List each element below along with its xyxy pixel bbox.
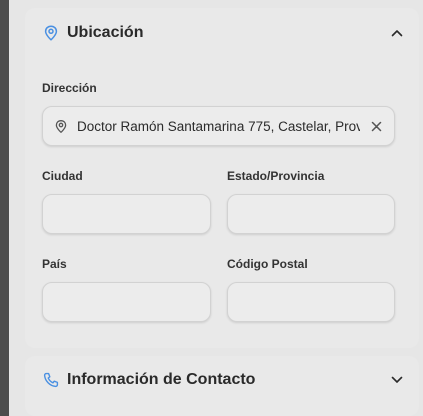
map-pin-icon: [55, 119, 67, 134]
direccion-value[interactable]: Doctor Ramón Santamarina 775, Castelar, …: [77, 119, 360, 134]
pais-label: País: [42, 257, 67, 271]
direccion-input[interactable]: Doctor Ramón Santamarina 775, Castelar, …: [42, 106, 395, 146]
section-ubicacion-header[interactable]: Ubicación: [25, 8, 419, 58]
section-ubicacion: Ubicación Dirección Doctor Ramón Santama…: [25, 8, 419, 348]
form-page: Ubicación Dirección Doctor Ramón Santama…: [9, 0, 423, 416]
ciudad-input[interactable]: [42, 194, 211, 234]
section-ubicacion-title: Ubicación: [67, 24, 144, 41]
direccion-label: Dirección: [42, 81, 97, 95]
phone-icon: [43, 372, 59, 388]
left-panel-edge: [0, 0, 9, 416]
section-contacto: Información de Contacto: [25, 356, 419, 416]
chevron-down-icon[interactable]: [389, 372, 405, 388]
close-icon[interactable]: [368, 118, 384, 134]
codigo-postal-label: Código Postal: [227, 257, 308, 271]
estado-provincia-label: Estado/Provincia: [227, 169, 325, 183]
pais-input[interactable]: [42, 282, 211, 322]
map-pin-icon: [43, 25, 59, 41]
section-contacto-header[interactable]: Información de Contacto: [25, 356, 419, 404]
ciudad-label: Ciudad: [42, 169, 83, 183]
section-contacto-title: Información de Contacto: [67, 371, 256, 388]
codigo-postal-input[interactable]: [227, 282, 395, 322]
estado-provincia-input[interactable]: [227, 194, 395, 234]
chevron-up-icon[interactable]: [389, 25, 405, 41]
